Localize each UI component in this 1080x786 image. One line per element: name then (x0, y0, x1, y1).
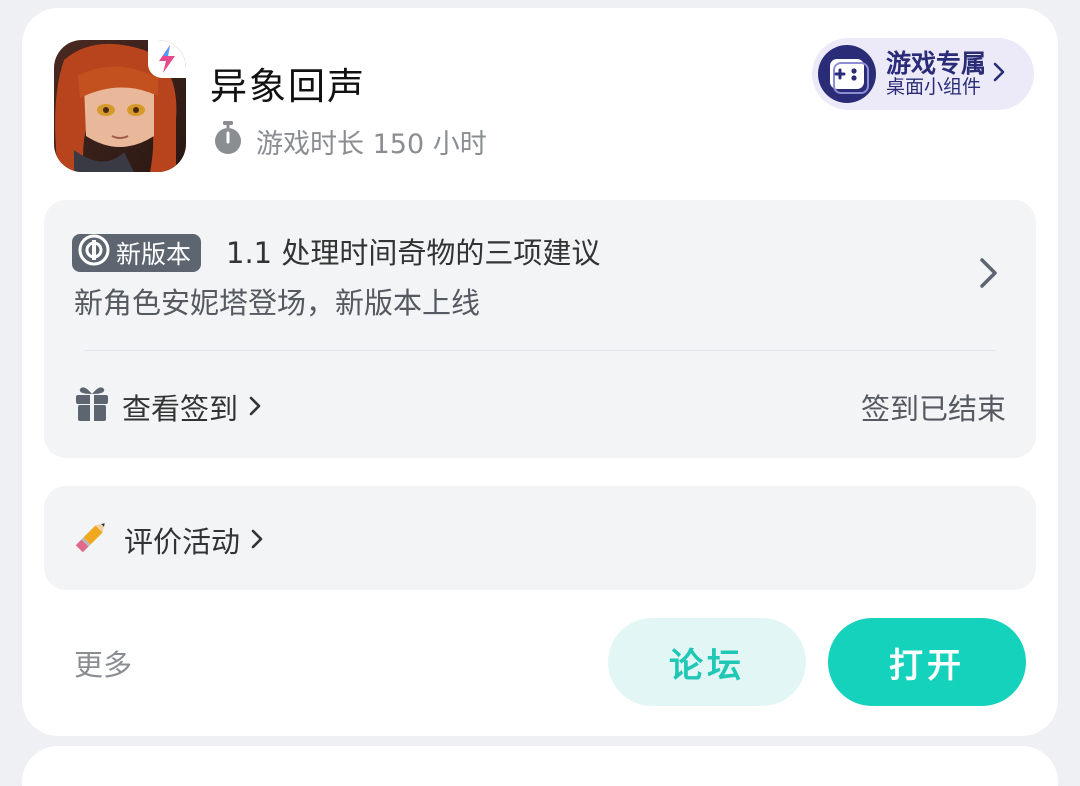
version-update-panel[interactable]: 新版本 1.1 处理时间奇物的三项建议 新角色安妮塔登场，新版本上线 查看签到 … (44, 200, 1036, 458)
stopwatch-icon (212, 120, 244, 163)
chevron-right-icon (248, 390, 262, 424)
new-version-label: 新版本 (116, 240, 192, 269)
gift-icon (74, 384, 110, 429)
next-card-edge (22, 746, 1058, 786)
divider (84, 350, 996, 351)
update-title: 1.1 处理时间奇物的三项建议 (226, 236, 601, 270)
more-link[interactable]: 更多 (74, 642, 132, 684)
widget-subtitle: 桌面小组件 (886, 76, 982, 99)
new-version-badge: 新版本 (72, 234, 202, 272)
chevron-right-icon (250, 523, 264, 557)
chevron-right-icon (992, 61, 1006, 87)
checkin-status: 签到已结束 (860, 392, 1006, 426)
review-activity-link[interactable]: 评价活动 (72, 516, 264, 563)
update-subtitle: 新角色安妮塔登场，新版本上线 (74, 286, 481, 320)
game-card: 异象回声 游戏时长 150 小时 游戏专属 桌面小组件 新版本 1.1 处理时间… (22, 8, 1058, 736)
game-logo-icon (78, 234, 110, 272)
chevron-right-icon (978, 256, 1000, 294)
pencil-icon (72, 516, 112, 563)
gamepad-icon (816, 43, 878, 105)
bolt-badge-icon (148, 40, 186, 78)
view-checkin-link[interactable]: 查看签到 (74, 384, 262, 429)
game-app-icon[interactable] (54, 40, 186, 172)
review-activity-label: 评价活动 (124, 524, 241, 559)
playtime-text: 游戏时长 150 小时 (256, 129, 487, 160)
widget-title: 游戏专属 (886, 48, 987, 78)
review-activity-panel[interactable]: 评价活动 (44, 486, 1036, 590)
view-checkin-label: 查看签到 (122, 391, 239, 426)
playtime: 游戏时长 150 小时 (212, 120, 487, 163)
game-title: 异象回声 (210, 65, 366, 108)
forum-button[interactable]: 论坛 (608, 618, 806, 706)
open-game-button[interactable]: 打开 (828, 618, 1026, 706)
desktop-widget-button[interactable]: 游戏专属 桌面小组件 (812, 38, 1034, 110)
